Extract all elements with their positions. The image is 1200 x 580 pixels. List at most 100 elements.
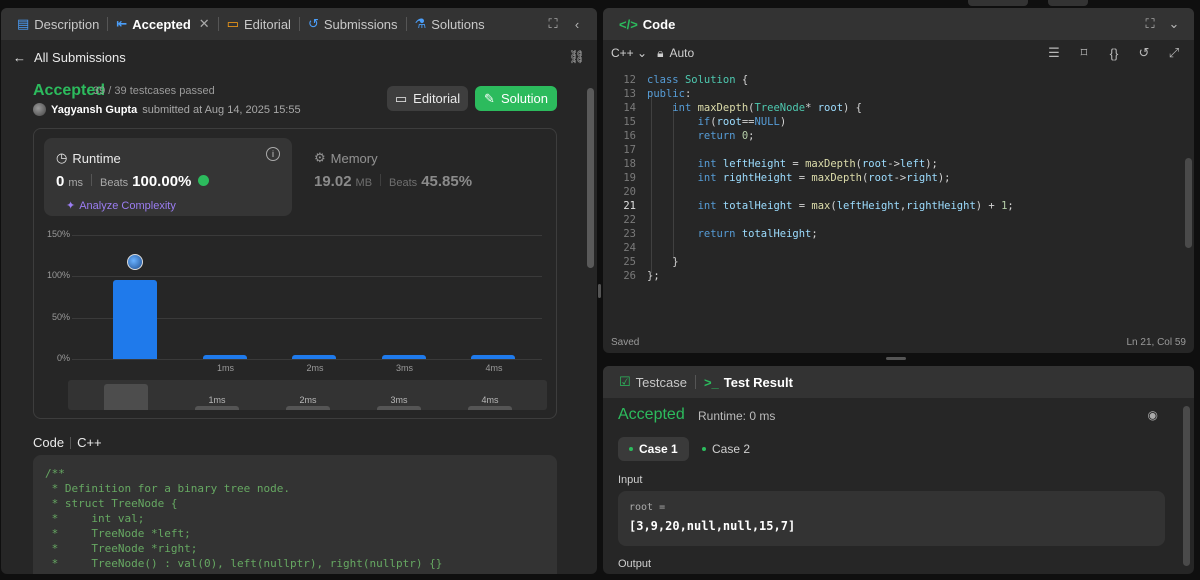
metric-divider: [91, 174, 93, 186]
code-line: return totalHeight;: [697, 228, 818, 240]
top-toolbar-button[interactable]: [968, 0, 1028, 6]
chart-bar[interactable]: [202, 355, 247, 359]
tab-submissions[interactable]: ↺ Submissions: [300, 8, 406, 40]
sparkle-icon: ✦: [66, 200, 76, 212]
code-line: * TreeNode *left;: [45, 527, 191, 540]
collapse-icon[interactable]: ‹: [565, 17, 589, 32]
chart-bar[interactable]: [292, 355, 336, 359]
tab-test-result[interactable]: >_ Test Result: [696, 366, 801, 398]
x-tick-label: 4ms: [485, 363, 503, 373]
code-line: public:: [647, 88, 692, 100]
runtime-beats: 100.00%: [132, 173, 192, 190]
x-tick-label: 3ms: [395, 363, 413, 373]
memory-label: ⚙ Memory: [314, 150, 378, 166]
reset-icon[interactable]: ↺: [1132, 45, 1156, 61]
tab-editorial[interactable]: ▭ Editorial: [219, 8, 299, 40]
submission-panel: ▤ Description ⇤ Accepted ✕ ▭ Editorial ↺…: [1, 8, 597, 574]
all-submissions-link[interactable]: All Submissions: [34, 50, 126, 65]
pass-dot-icon: [702, 447, 706, 451]
tab-solutions[interactable]: ⚗ Solutions: [407, 8, 493, 40]
eye-icon[interactable]: ◉: [1148, 408, 1158, 422]
tab-label: Code: [642, 16, 676, 32]
chart-gridline: [72, 276, 542, 278]
editorial-icon: ▭: [226, 16, 239, 31]
tab-label: Editorial: [243, 16, 291, 32]
edit-icon: ✎: [484, 90, 495, 106]
code-section-label: Code: [33, 435, 65, 450]
case-1-tab[interactable]: Case 1: [618, 437, 689, 461]
line-number: 24: [623, 242, 636, 254]
submitted-time: submitted at Aug 14, 2025 15:55: [142, 103, 301, 116]
vertical-resize-handle[interactable]: [598, 284, 601, 298]
mode-label[interactable]: Auto: [669, 46, 694, 60]
top-toolbar-button[interactable]: [1048, 0, 1088, 6]
beats-label: Beats: [100, 177, 129, 189]
username[interactable]: Yagyansh Gupta: [51, 104, 137, 116]
code-line: };: [647, 270, 660, 282]
info-icon[interactable]: i: [266, 147, 280, 161]
close-icon[interactable]: ✕: [199, 16, 210, 32]
tab-code[interactable]: </> Code: [611, 8, 683, 40]
runtime-label: ◷ Runtime: [56, 150, 121, 166]
chevron-down-icon[interactable]: ⌄: [1162, 16, 1186, 32]
format-icon[interactable]: ☰: [1042, 45, 1066, 61]
memory-label-text: Memory: [330, 150, 378, 166]
chart-bar[interactable]: [113, 280, 157, 359]
solution-button[interactable]: ✎ Solution: [475, 86, 557, 111]
editorial-button[interactable]: ▭ Editorial: [387, 86, 468, 111]
memory-beats: 45.85%: [421, 173, 473, 190]
tab-label: Accepted: [132, 16, 191, 32]
result-status: Accepted: [618, 406, 685, 423]
pass-dot-icon: [629, 447, 633, 451]
submission-details: Accepted 39 / 39 testcases passed Yagyan…: [1, 74, 581, 574]
braces-icon[interactable]: {}: [1102, 46, 1126, 61]
code-tabbar: </> Code ⛶ ⌄: [603, 8, 1194, 40]
x-tick-label: 1ms: [216, 363, 234, 373]
fullscreen-icon[interactable]: ⤢: [1162, 45, 1186, 61]
case-label: Case 1: [639, 442, 678, 456]
testcases-passed: 39 / 39 testcases passed: [93, 85, 215, 97]
code-line: int totalHeight = max(leftHeight,rightHe…: [697, 200, 1014, 212]
tab-label: Submissions: [323, 16, 398, 32]
bookmark-icon[interactable]: ⌑: [1072, 45, 1096, 61]
horizontal-resize-handle[interactable]: [886, 357, 906, 360]
code-section-header: Code C++: [33, 435, 102, 450]
beats-badge-icon: [198, 175, 210, 186]
y-tick-label: 100%: [46, 270, 70, 281]
code-editor[interactable]: 12 class Solution {13 public: 14 int maxDep…: [603, 63, 1194, 331]
code-line: class Solution {: [647, 74, 749, 86]
maximize-icon[interactable]: ⛶: [541, 16, 565, 32]
chart-range-selector[interactable]: 1ms 2ms 3ms 4ms: [68, 380, 547, 410]
chip-icon: ⚙: [314, 150, 326, 165]
tab-testcase[interactable]: ☑ Testcase: [611, 366, 695, 398]
case-2-tab[interactable]: Case 2: [691, 437, 761, 461]
link-icon[interactable]: ⛓: [568, 49, 585, 65]
language-select[interactable]: C++ ⌄: [611, 46, 647, 60]
runtime-box[interactable]: ◷ Runtime i 0 ms Beats 100.00% ✦ Analyze…: [44, 138, 292, 216]
code-line: return 0;: [697, 130, 755, 142]
chevron-down-icon: ⌄: [637, 46, 648, 60]
line-number: 12: [623, 74, 636, 86]
back-arrow-icon[interactable]: ←: [13, 50, 26, 65]
avatar[interactable]: [33, 103, 46, 116]
scrollbar[interactable]: [587, 88, 594, 268]
tab-label: Test Result: [723, 374, 793, 390]
analyze-complexity-link[interactable]: ✦ Analyze Complexity: [66, 199, 176, 213]
tab-accepted[interactable]: ⇤ Accepted ✕: [108, 8, 217, 40]
chart-bar[interactable]: [381, 355, 426, 359]
tab-label: Testcase: [635, 374, 687, 390]
result-scrollbar[interactable]: [1183, 406, 1190, 566]
maximize-icon[interactable]: ⛶: [1138, 16, 1162, 32]
editor-toolbar: C++ ⌄ 🔒︎ Auto ☰ ⌑ {} ↺ ⤢: [603, 43, 1194, 63]
code-line: * TreeNode() : val(0), left(nullptr), ri…: [45, 557, 443, 570]
minimap-bar: [377, 406, 421, 410]
submitted-code-block: /** * Definition for a binary tree node.…: [33, 455, 557, 574]
tab-description[interactable]: ▤ Description: [9, 8, 107, 40]
range-selection-handle[interactable]: [104, 384, 148, 410]
x-tick-label: 2ms: [306, 363, 324, 373]
memory-box[interactable]: ⚙ Memory 19.02 MB Beats 45.85%: [302, 138, 542, 216]
chart-bar[interactable]: [471, 355, 515, 359]
memory-metric: 19.02 MB Beats 45.85%: [314, 173, 472, 190]
editor-scrollbar[interactable]: [1185, 158, 1192, 248]
input-box: root = [3,9,20,null,null,15,7]: [618, 491, 1165, 546]
